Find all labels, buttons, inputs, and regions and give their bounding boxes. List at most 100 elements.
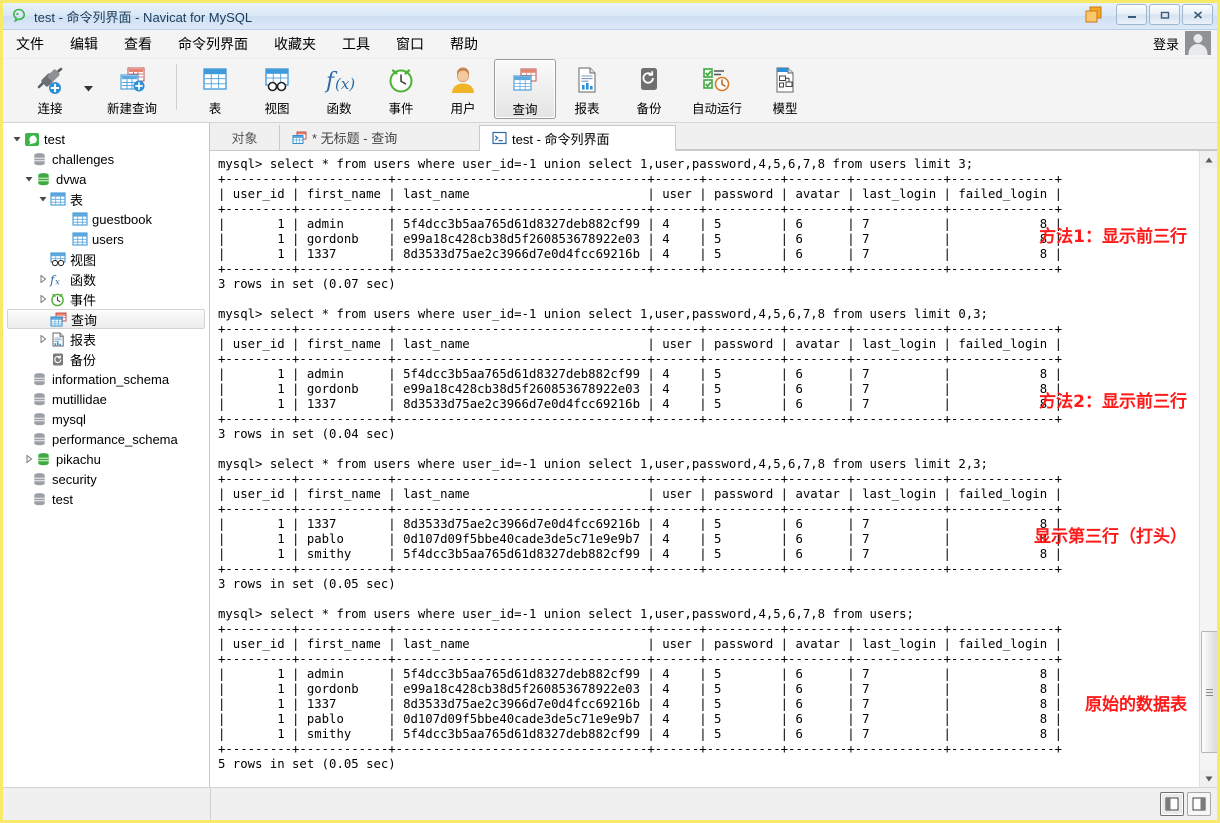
- table-node-icon: [71, 211, 88, 227]
- sidebar-item-users[interactable]: users: [3, 229, 209, 249]
- scroll-down-button[interactable]: [1200, 770, 1217, 787]
- backup-icon: [636, 63, 662, 97]
- scroll-up-button[interactable]: [1200, 151, 1217, 168]
- toolbar-model[interactable]: 模型: [754, 59, 816, 119]
- chevron-down-icon[interactable]: [37, 193, 49, 205]
- scrollbar-thumb[interactable]: [1201, 631, 1217, 753]
- object-tree-sidebar[interactable]: test challenges dvwa 表 guestbook users 视…: [3, 123, 210, 787]
- window-controls: [1082, 4, 1213, 25]
- pane-toggle-group: [1160, 792, 1211, 816]
- connection-node-icon: [23, 131, 40, 147]
- chevron-right-icon[interactable]: [37, 293, 49, 305]
- table-icon: [200, 63, 230, 97]
- toolbar-table[interactable]: 表: [184, 59, 246, 119]
- events-folder-icon: [49, 291, 66, 307]
- menu-window[interactable]: 窗口: [383, 30, 437, 58]
- backups-folder-icon: [49, 351, 66, 367]
- tables-folder-icon: [49, 191, 66, 207]
- toolbar-connection[interactable]: 连接: [19, 59, 81, 119]
- sidebar-label: test: [44, 131, 65, 147]
- chevron-right-icon[interactable]: [23, 453, 35, 465]
- toolbar-new-query[interactable]: 新建查询: [95, 59, 169, 119]
- login-link[interactable]: 登录: [1153, 34, 1179, 53]
- toggle-right-pane-button[interactable]: [1187, 792, 1211, 816]
- sidebar-item-challenges[interactable]: challenges: [3, 149, 209, 169]
- menu-edit[interactable]: 编辑: [57, 30, 111, 58]
- chevron-down-icon[interactable]: [11, 133, 23, 145]
- window-title: test - 命令列界面 - Navicat for MySQL: [34, 9, 253, 25]
- toolbar-automation[interactable]: 自动运行: [680, 59, 754, 119]
- toolbar-new-query-label: 新建查询: [106, 102, 157, 116]
- tab-objects[interactable]: 对象: [210, 125, 280, 150]
- toolbar-report[interactable]: 报表: [556, 59, 618, 119]
- toolbar-report-label: 报表: [574, 102, 600, 116]
- toggle-left-pane-button[interactable]: [1160, 792, 1184, 816]
- window-stack-icon[interactable]: [1082, 5, 1106, 25]
- menu-help[interactable]: 帮助: [437, 30, 491, 58]
- sidebar-item-test-connection[interactable]: test: [3, 129, 209, 149]
- scrollbar-grip-icon: [1206, 688, 1213, 696]
- navicat-window: test - 命令列界面 - Navicat for MySQL 文件 编辑 查…: [0, 0, 1220, 823]
- tab-console[interactable]: test - 命令列界面: [480, 125, 676, 151]
- chevron-right-icon[interactable]: [37, 273, 49, 285]
- menu-favorites[interactable]: 收藏夹: [261, 30, 329, 58]
- sidebar-item-test-db[interactable]: test: [3, 489, 209, 509]
- sidebar-item-events-folder[interactable]: 事件: [3, 289, 209, 309]
- sidebar-label: test: [52, 491, 73, 507]
- reports-folder-icon: [49, 331, 66, 347]
- tab-untitled-query[interactable]: * 无标题 - 查询: [280, 125, 480, 150]
- console-vertical-scrollbar[interactable]: [1199, 151, 1217, 787]
- chevron-right-icon[interactable]: [37, 333, 49, 345]
- tab-untitled-query-label: * 无标题 - 查询: [312, 131, 398, 146]
- console-output-area[interactable]: mysql> select * from users where user_id…: [210, 151, 1217, 787]
- table-node-icon: [71, 231, 88, 247]
- close-button[interactable]: [1182, 4, 1213, 25]
- toolbar-table-label: 表: [208, 102, 222, 116]
- content-pane: 对象 * 无标题 - 查询 test - 命令列界面 mysql> select…: [210, 123, 1217, 787]
- sidebar-label: security: [52, 471, 97, 487]
- navicat-logo-icon: [11, 8, 27, 24]
- event-icon: [386, 63, 416, 97]
- sidebar-item-dvwa[interactable]: dvwa: [3, 169, 209, 189]
- toolbar-view-label: 视图: [264, 102, 290, 116]
- annotation-4: 原始的数据表: [1085, 695, 1187, 715]
- sidebar-item-pikachu[interactable]: pikachu: [3, 449, 209, 469]
- minimize-button[interactable]: [1116, 4, 1147, 25]
- avatar[interactable]: [1185, 31, 1211, 55]
- menu-console[interactable]: 命令列界面: [165, 30, 261, 58]
- sidebar-label: mysql: [52, 411, 86, 427]
- toolbar-event[interactable]: 事件: [370, 59, 432, 119]
- chevron-down-icon[interactable]: [23, 173, 35, 185]
- toolbar-backup[interactable]: 备份: [618, 59, 680, 119]
- account-area: 登录: [1153, 31, 1211, 55]
- sidebar-item-mysql[interactable]: mysql: [3, 409, 209, 429]
- sidebar-item-reports-folder[interactable]: 报表: [3, 329, 209, 349]
- sidebar-item-security[interactable]: security: [3, 469, 209, 489]
- sidebar-item-information-schema[interactable]: information_schema: [3, 369, 209, 389]
- menu-tools[interactable]: 工具: [329, 30, 383, 58]
- restore-button[interactable]: [1149, 4, 1180, 25]
- sidebar-item-queries-folder[interactable]: 查询: [7, 309, 205, 329]
- database-icon: [31, 151, 48, 167]
- sidebar-item-functions-folder[interactable]: fx 函数: [3, 269, 209, 289]
- sidebar-item-guestbook[interactable]: guestbook: [3, 209, 209, 229]
- annotation-2: 方法2：显示前三行: [1039, 392, 1187, 412]
- toolbar-user[interactable]: 用户: [432, 59, 494, 119]
- toolbar-function-label: 函数: [326, 102, 352, 116]
- database-icon: [31, 471, 48, 487]
- sidebar-item-mutillidae[interactable]: mutillidae: [3, 389, 209, 409]
- sidebar-item-views-folder[interactable]: 视图: [3, 249, 209, 269]
- views-folder-icon: [49, 251, 66, 267]
- toolbar-view[interactable]: 视图: [246, 59, 308, 119]
- toolbar-query[interactable]: 查询: [494, 59, 556, 119]
- connection-icon: [33, 63, 67, 97]
- menu-view[interactable]: 查看: [111, 30, 165, 58]
- sidebar-label: dvwa: [56, 171, 87, 187]
- sidebar-item-performance-schema[interactable]: performance_schema: [3, 429, 209, 449]
- toolbar-automation-label: 自动运行: [691, 102, 742, 116]
- toolbar-function[interactable]: f (x) 函数: [308, 59, 370, 119]
- sidebar-item-backups-folder[interactable]: 备份: [3, 349, 209, 369]
- connection-dropdown-button[interactable]: [81, 59, 95, 119]
- sidebar-item-tables-folder[interactable]: 表: [3, 189, 209, 209]
- menu-file[interactable]: 文件: [3, 30, 57, 58]
